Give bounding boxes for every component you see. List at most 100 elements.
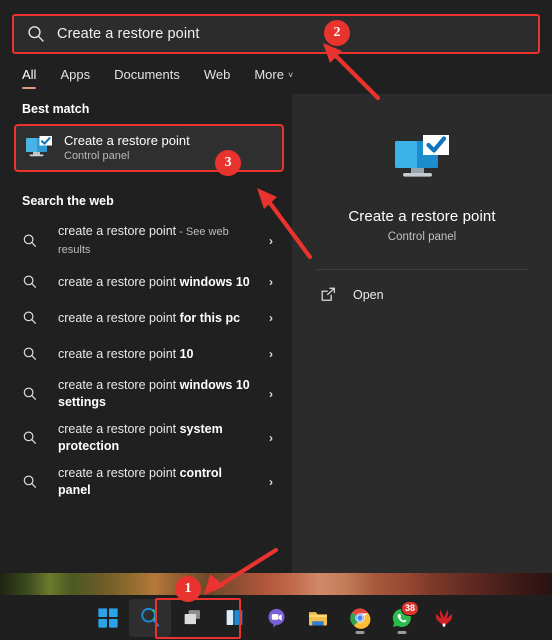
running-indicator bbox=[355, 631, 365, 634]
web-suggestion-2-prefix: create a restore point bbox=[58, 310, 180, 325]
windows-search-screen: Create a restore point All Apps Document… bbox=[0, 0, 552, 640]
web-suggestion-0-prefix: create a restore point bbox=[58, 224, 177, 238]
tab-apps[interactable]: Apps bbox=[60, 67, 90, 89]
search-icon bbox=[22, 274, 38, 290]
search-input[interactable]: Create a restore point bbox=[12, 14, 540, 54]
folder-icon bbox=[307, 607, 329, 629]
search-icon bbox=[139, 606, 162, 629]
tab-web-label: Web bbox=[203, 67, 231, 82]
open-action-button[interactable]: Open bbox=[292, 270, 552, 303]
windows-start-icon bbox=[97, 607, 119, 629]
list-item-label: create a restore point 10 bbox=[58, 346, 264, 363]
taskbar-item-huawei-pc-manager[interactable] bbox=[423, 599, 465, 637]
taskbar-item-widgets[interactable] bbox=[213, 599, 255, 637]
preview-title: Create a restore point bbox=[348, 208, 496, 225]
search-the-web-header: Search the web bbox=[22, 194, 114, 208]
web-suggestion-5-prefix: create a restore point bbox=[58, 422, 180, 436]
list-item-label: create a restore point for this pc bbox=[58, 310, 264, 327]
web-suggestions-list: create a restore point - See web results… bbox=[0, 218, 292, 504]
desktop-wallpaper-strip bbox=[0, 573, 552, 595]
chevron-right-icon: › bbox=[269, 347, 273, 361]
list-item[interactable]: create a restore point system protection… bbox=[0, 416, 292, 460]
search-input-value: Create a restore point bbox=[57, 26, 200, 42]
taskbar-item-task-view[interactable] bbox=[171, 599, 213, 637]
list-item[interactable]: create a restore point for this pc › bbox=[0, 300, 292, 336]
tab-apps-label: Apps bbox=[60, 67, 91, 82]
restore-point-icon bbox=[24, 133, 54, 163]
search-icon bbox=[26, 24, 46, 44]
list-item-label: create a restore point windows 10 bbox=[58, 274, 264, 291]
search-icon bbox=[22, 310, 38, 326]
best-match-text: Create a restore point Control panel bbox=[64, 133, 190, 163]
search-flyout: Create a restore point All Apps Document… bbox=[0, 0, 552, 573]
best-match-header: Best match bbox=[22, 102, 90, 116]
best-match-container: Create a restore point Control panel bbox=[14, 124, 284, 172]
web-suggestion-3-prefix: create a restore point bbox=[58, 346, 180, 361]
search-icon bbox=[22, 346, 38, 362]
tab-more-label: More bbox=[254, 67, 284, 82]
chevron-right-icon: › bbox=[269, 387, 273, 401]
search-icon bbox=[22, 430, 38, 446]
preview-subtitle: Control panel bbox=[387, 231, 457, 243]
tab-documents-label: Documents bbox=[114, 67, 180, 82]
list-item[interactable]: create a restore point windows 10 settin… bbox=[0, 372, 292, 416]
taskbar-item-teams-chat[interactable] bbox=[255, 599, 297, 637]
taskbar-item-file-explorer[interactable] bbox=[297, 599, 339, 637]
preview-panel: Create a restore point Control panel Ope… bbox=[292, 94, 552, 573]
running-indicator bbox=[397, 631, 407, 634]
annotation-badge-2: 2 bbox=[324, 20, 350, 46]
annotation-badge-1: 1 bbox=[175, 576, 201, 602]
annotation-badge-3: 3 bbox=[215, 150, 241, 176]
huawei-icon bbox=[433, 607, 455, 629]
web-suggestion-3-suffix: 10 bbox=[179, 346, 194, 361]
open-external-icon bbox=[320, 286, 337, 303]
results-list-panel: Best match Create a restore point Contro… bbox=[0, 94, 292, 573]
best-match-result[interactable]: Create a restore point Control panel bbox=[14, 124, 284, 172]
list-item[interactable]: create a restore point windows 10 › bbox=[0, 264, 292, 300]
list-item-label: create a restore point control panel bbox=[58, 465, 264, 499]
search-box-container: Create a restore point bbox=[12, 14, 540, 54]
tab-more[interactable]: More ˅ bbox=[254, 67, 293, 89]
open-action-label: Open bbox=[353, 287, 384, 302]
chevron-right-icon: › bbox=[269, 311, 273, 325]
tab-all-label: All bbox=[22, 67, 37, 82]
list-item[interactable]: create a restore point 10 › bbox=[0, 336, 292, 372]
web-suggestion-4-prefix: create a restore point bbox=[58, 378, 180, 392]
widgets-icon bbox=[224, 607, 245, 628]
taskbar-item-search[interactable] bbox=[129, 598, 171, 637]
preview-content: Create a restore point Control panel bbox=[292, 94, 552, 243]
list-item-label: create a restore point windows 10 settin… bbox=[58, 377, 264, 411]
best-match-title: Create a restore point bbox=[64, 133, 190, 148]
task-view-icon bbox=[182, 607, 203, 628]
taskbar-item-whatsapp[interactable]: 38 bbox=[381, 599, 423, 637]
list-item[interactable]: create a restore point control panel › bbox=[0, 460, 292, 504]
web-suggestion-2-suffix: for this pc bbox=[179, 310, 241, 325]
list-item[interactable]: create a restore point - See web results… bbox=[0, 218, 292, 264]
tab-web[interactable]: Web bbox=[204, 67, 231, 89]
chat-video-icon bbox=[266, 607, 287, 628]
web-suggestion-1-suffix: windows 10 bbox=[179, 274, 250, 289]
tab-documents[interactable]: Documents bbox=[114, 67, 180, 89]
chrome-icon bbox=[349, 607, 371, 629]
chevron-right-icon: › bbox=[269, 475, 273, 489]
results-body: Best match Create a restore point Contro… bbox=[0, 94, 552, 573]
chevron-right-icon: › bbox=[269, 275, 273, 289]
taskbar-item-start[interactable] bbox=[87, 599, 129, 637]
whatsapp-badge-count: 38 bbox=[400, 600, 419, 616]
search-icon bbox=[22, 386, 38, 402]
chevron-down-icon: ˅ bbox=[287, 70, 294, 80]
taskbar: 38 bbox=[0, 595, 552, 640]
chevron-right-icon: › bbox=[269, 234, 273, 248]
best-match-subtitle: Control panel bbox=[64, 150, 130, 162]
restore-point-large-icon bbox=[391, 132, 453, 188]
search-icon bbox=[22, 474, 38, 490]
list-item-label: create a restore point system protection bbox=[58, 421, 264, 455]
filter-tabs: All Apps Documents Web More ˅ bbox=[0, 54, 552, 94]
list-item-label: create a restore point - See web results bbox=[58, 223, 264, 259]
tab-all[interactable]: All bbox=[22, 67, 37, 89]
search-icon bbox=[22, 233, 38, 249]
taskbar-item-google-chrome[interactable] bbox=[339, 599, 381, 637]
chevron-right-icon: › bbox=[269, 431, 273, 445]
web-suggestion-6-prefix: create a restore point bbox=[58, 466, 180, 480]
web-suggestion-1-prefix: create a restore point bbox=[58, 274, 180, 289]
